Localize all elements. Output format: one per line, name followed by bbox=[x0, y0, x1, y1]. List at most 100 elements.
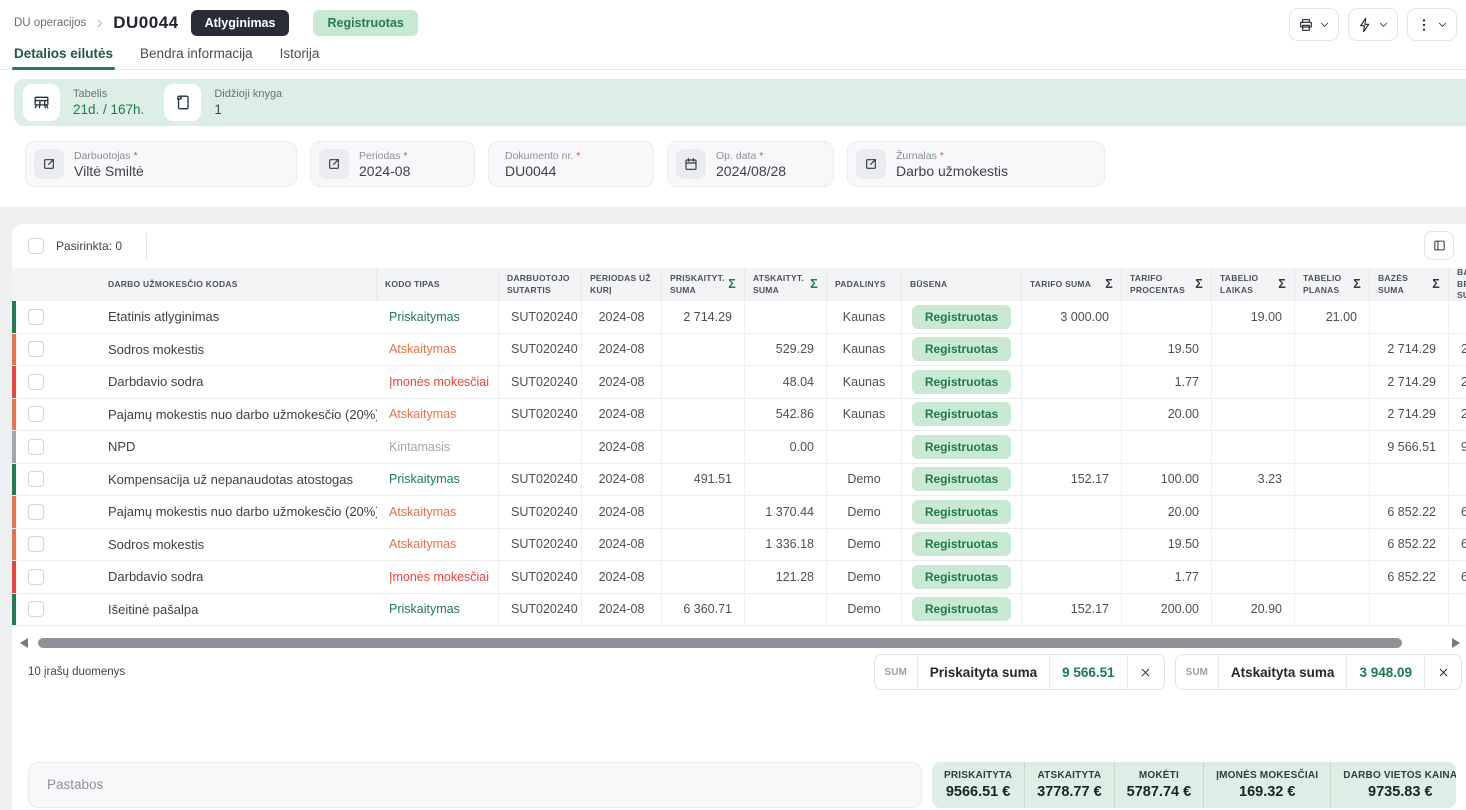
total-label: DARBO VIETOS KAINA bbox=[1343, 770, 1456, 781]
close-icon[interactable] bbox=[1128, 655, 1164, 689]
quick-actions-menu-button[interactable] bbox=[1348, 8, 1398, 41]
scrollbar-right-arrow[interactable] bbox=[1452, 638, 1460, 648]
cell-bazes_suma: 2 714.29 bbox=[1370, 334, 1449, 366]
field-periodas[interactable]: Periodas *2024-08 bbox=[310, 141, 475, 187]
tab-bendra-informacija[interactable]: Bendra informacija bbox=[140, 46, 253, 69]
row-checkbox[interactable] bbox=[28, 374, 44, 390]
table-row[interactable]: Pajamų mokestis nuo darbo užmokesčio (20… bbox=[12, 496, 1466, 529]
notes-input[interactable] bbox=[28, 762, 922, 808]
sigma-icon[interactable]: Σ bbox=[1432, 276, 1440, 293]
sigma-icon[interactable]: Σ bbox=[1353, 276, 1361, 293]
cell-bazes_suma: 6 852.22 bbox=[1370, 561, 1449, 593]
cell-bazes_suma: 2 714.29 bbox=[1370, 399, 1449, 431]
row-select-cell bbox=[12, 496, 100, 528]
row-type-strip bbox=[12, 334, 16, 366]
sigma-icon[interactable]: Σ bbox=[728, 276, 736, 293]
cell-priskaityta bbox=[662, 496, 745, 528]
table-row[interactable]: Darbdavio sodraĮmonės mokesčiaiSUT020240… bbox=[12, 366, 1466, 399]
table-row[interactable]: Etatinis atlyginimasPriskaitymasSUT02024… bbox=[12, 301, 1466, 334]
table-row[interactable]: Darbdavio sodraĮmonės mokesčiaiSUT020240… bbox=[12, 561, 1466, 594]
table-row[interactable]: Išeitinė pašalpaPriskaitymasSUT020240202… bbox=[12, 594, 1466, 627]
sigma-icon[interactable]: Σ bbox=[810, 276, 818, 293]
field-darbuotojas[interactable]: Darbuotojas *Viltė Smiltė bbox=[25, 141, 297, 187]
close-icon[interactable] bbox=[1425, 655, 1461, 689]
table-row[interactable]: Kompensacija už nepanaudotas atostogasPr… bbox=[12, 464, 1466, 497]
total-value: 5787.74 € bbox=[1127, 784, 1192, 800]
breadcrumb-parent-link[interactable]: DU operacijos bbox=[14, 17, 86, 29]
col-header-padalinys[interactable]: PADALINYS bbox=[827, 268, 902, 301]
row-checkbox[interactable] bbox=[28, 439, 44, 455]
columns-settings-button[interactable] bbox=[1424, 231, 1454, 260]
col-header-atskaityta[interactable]: ATSKAITYT. SUMAΣ bbox=[745, 268, 827, 301]
cell-priskaityta bbox=[662, 561, 745, 593]
table-row[interactable]: NPDKintamasis2024-080.00Registruotas9 56… bbox=[12, 431, 1466, 464]
row-checkbox[interactable] bbox=[28, 406, 44, 422]
cell-tarifo_suma bbox=[1022, 561, 1122, 593]
field-op-data[interactable]: Op. data *2024/08/28 bbox=[667, 141, 834, 187]
row-select-cell bbox=[12, 431, 100, 463]
sigma-icon[interactable]: Σ bbox=[1105, 276, 1113, 293]
row-checkbox[interactable] bbox=[28, 471, 44, 487]
cell-priskaityta: 491.51 bbox=[662, 464, 745, 496]
row-checkbox[interactable] bbox=[28, 569, 44, 585]
calendar-icon[interactable] bbox=[676, 149, 706, 179]
table-row[interactable]: Sodros mokestisAtskaitymasSUT0202402024-… bbox=[12, 334, 1466, 367]
col-header-tarifo_procentas[interactable]: TARIFO PROCENTASΣ bbox=[1122, 268, 1212, 301]
col-header-kodas[interactable]: DARBO UŽMOKESČIO KODAS bbox=[100, 268, 377, 301]
row-checkbox[interactable] bbox=[28, 536, 44, 552]
sum-chip-priskaityta-suma: SUMPriskaityta suma9 566.51 bbox=[874, 654, 1165, 690]
col-header-busena[interactable]: BŪSENA bbox=[902, 268, 1022, 301]
col-header-periodas[interactable]: PERIODAS UŽ KURĮ bbox=[582, 268, 662, 301]
cell-atskaityta bbox=[745, 594, 827, 626]
open-record-icon[interactable] bbox=[319, 149, 349, 179]
col-header-bazes_suma[interactable]: BAZĖS SUMAΣ bbox=[1370, 268, 1449, 301]
cell-padalinys: Kaunas bbox=[827, 301, 902, 333]
chevron-down-icon bbox=[1437, 19, 1448, 30]
cell-padalinys: Demo bbox=[827, 594, 902, 626]
row-checkbox[interactable] bbox=[28, 504, 44, 520]
tab-istorija[interactable]: Istorija bbox=[280, 46, 320, 69]
row-checkbox[interactable] bbox=[28, 309, 44, 325]
col-header-bazes_brutto[interactable]: BA BR SU bbox=[1449, 268, 1466, 301]
cell-tipas: Priskaitymas bbox=[377, 301, 499, 333]
sigma-icon[interactable]: Σ bbox=[1278, 276, 1286, 293]
cell-kodas: Kompensacija už nepanaudotas atostogas bbox=[100, 464, 377, 496]
open-record-icon[interactable] bbox=[856, 149, 886, 179]
cell-tarifo_procentas bbox=[1122, 301, 1212, 333]
cell-tarifo_procentas: 19.50 bbox=[1122, 334, 1212, 366]
col-header-sutartis[interactable]: DARBUOTOJO SUTARTIS bbox=[499, 268, 582, 301]
col-header-priskaityta[interactable]: PRISKAITYT. SUMAΣ bbox=[662, 268, 745, 301]
status-badge: Registruotas bbox=[912, 435, 1011, 459]
more-menu-button[interactable] bbox=[1407, 8, 1457, 41]
cell-tabelio_laikas: 19.00 bbox=[1212, 301, 1295, 333]
select-all-checkbox[interactable] bbox=[28, 238, 44, 254]
cell-tipas: Atskaitymas bbox=[377, 529, 499, 561]
cell-periodas: 2024-08 bbox=[582, 334, 662, 366]
open-record-icon[interactable] bbox=[34, 149, 64, 179]
tab-detalios-eilutes[interactable]: Detalios eilutės bbox=[14, 46, 113, 69]
col-header-tabelio_planas[interactable]: TABELIO PLANASΣ bbox=[1295, 268, 1370, 301]
cell-bazes_brutto: 6 bbox=[1449, 529, 1466, 561]
total-imones-mokesciai: ĮMONĖS MOKESČIAI169.32 € bbox=[1204, 762, 1331, 808]
cell-padalinys: Demo bbox=[827, 464, 902, 496]
cell-tabelio_planas bbox=[1295, 431, 1370, 463]
cell-atskaityta bbox=[745, 464, 827, 496]
col-header-tabelio_laikas[interactable]: TABELIO LAIKASΣ bbox=[1212, 268, 1295, 301]
sum-chip-tag: SUM bbox=[1176, 655, 1219, 689]
col-header-tipas[interactable]: KODO TIPAS bbox=[377, 268, 499, 301]
field-dokumento-nr[interactable]: Dokumento nr. *DU0044 bbox=[488, 141, 654, 187]
table-row[interactable]: Pajamų mokestis nuo darbo užmokesčio (20… bbox=[12, 399, 1466, 432]
col-header-tarifo_suma[interactable]: TARIFO SUMAΣ bbox=[1022, 268, 1122, 301]
field-zurnalas[interactable]: Žurnalas *Darbo užmokestis bbox=[847, 141, 1105, 187]
cell-kodas: Pajamų mokestis nuo darbo užmokesčio (20… bbox=[100, 399, 377, 431]
row-checkbox[interactable] bbox=[28, 341, 44, 357]
totals-bar: PRISKAITYTA9566.51 €ATSKAITYTA3778.77 €M… bbox=[932, 762, 1456, 808]
topbar-actions bbox=[1289, 8, 1457, 41]
scrollbar-thumb[interactable] bbox=[38, 638, 1402, 648]
row-select-cell bbox=[12, 529, 100, 561]
table-row[interactable]: Sodros mokestisAtskaitymasSUT0202402024-… bbox=[12, 529, 1466, 562]
sigma-icon[interactable]: Σ bbox=[1195, 276, 1203, 293]
row-checkbox[interactable] bbox=[28, 601, 44, 617]
print-menu-button[interactable] bbox=[1289, 8, 1339, 41]
scrollbar-left-arrow[interactable] bbox=[20, 638, 28, 648]
